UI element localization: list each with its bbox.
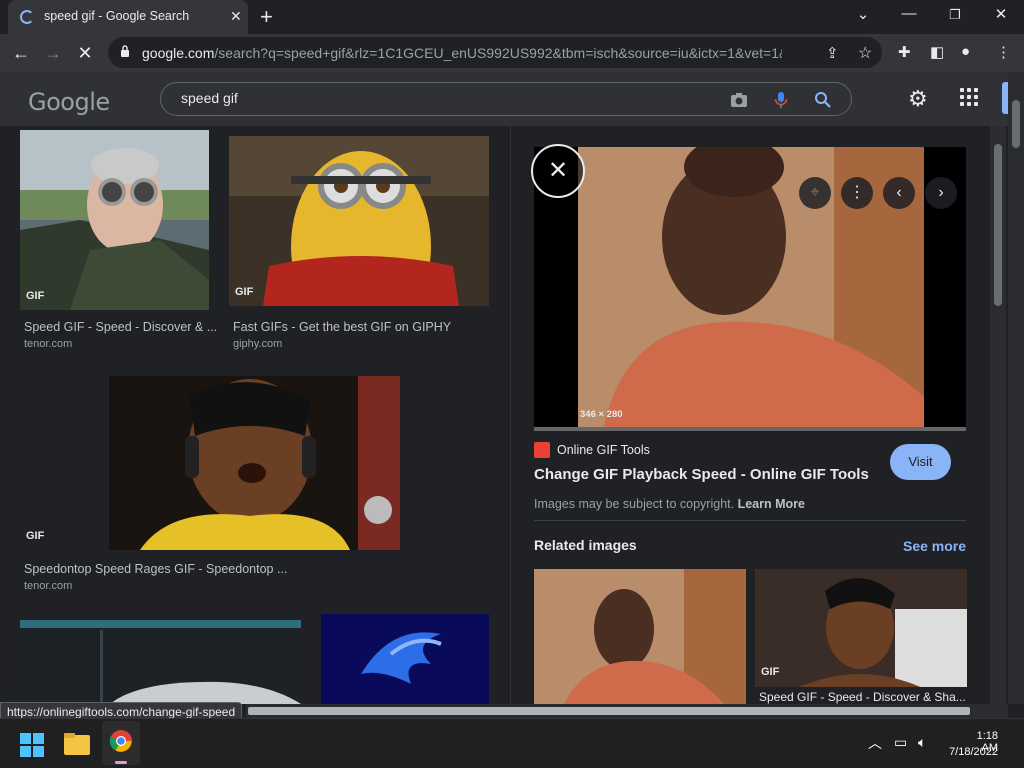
minimize-button[interactable]: — [894,5,924,22]
related-image[interactable] [534,569,746,704]
google-logo[interactable]: Google [28,88,110,116]
side-panel-icon[interactable]: ◧ [930,43,944,61]
related-images-heading: Related images [534,537,637,553]
url-path: /search?q=speed+gif&rlz=1C1GCEU_enUS992U… [214,45,782,61]
result-source: tenor.com [24,580,73,592]
forward-button[interactable]: → [40,40,66,66]
sonic-image [321,614,489,704]
tab-search-icon[interactable]: ⌄ [848,5,878,23]
file-explorer-icon[interactable] [64,733,90,755]
site-favicon-icon [534,442,550,458]
restore-button[interactable]: ❐ [940,7,970,23]
search-icon[interactable] [813,90,833,110]
image-dimensions: 346 × 280 [580,409,623,420]
copyright-text: Images may be subject to copyright. [534,497,735,511]
learn-more-link[interactable]: Learn More [738,497,805,511]
share-icon[interactable]: ⇪ [826,44,839,62]
gif-badge: GIF [26,530,45,542]
url-text[interactable]: google.com/search?q=speed+gif&rlz=1C1GCE… [142,45,782,61]
new-tab-button[interactable]: + [260,4,273,30]
driver-goggles-image [20,130,209,310]
tab-title: speed gif - Google Search [44,9,190,23]
content-scrollbar[interactable] [990,126,1006,704]
title-bar: speed gif - Google Search ✕ + ⌄ — ❐ ✕ [0,0,1024,34]
result-thumbnail[interactable]: GIF [20,130,209,310]
back-button[interactable]: ← [8,40,34,66]
google-header: Google ⚙ [0,72,1024,126]
preview-title[interactable]: Change GIF Playback Speed - Online GIF T… [534,466,869,483]
previous-image-icon[interactable]: ‹ [883,177,915,209]
result-title[interactable]: Speed GIF - Speed - Discover & ... [24,320,217,334]
minion-image [229,136,489,306]
page-scrollbar[interactable] [1008,72,1024,704]
result-thumbnail[interactable] [20,620,301,704]
volume-icon[interactable]: 🔈︎ [918,734,926,751]
stop-loading-button[interactable]: ✕ [72,40,98,66]
close-window-button[interactable]: ✕ [986,5,1016,23]
horizontal-scrollbar[interactable] [246,704,1008,718]
related-image[interactable]: GIF Speed GIF - Speed - Discover & Sha..… [755,569,967,704]
result-source: giphy.com [233,338,283,350]
lock-icon[interactable] [120,45,130,57]
image-results-area: GIF Speed GIF - Speed - Discover & ... t… [0,126,1006,704]
lens-search-icon[interactable]: ⌖ [799,177,831,209]
related-caption[interactable]: Speed GIF - Speed - Discover & Sha... [759,690,966,704]
loading-spinner-icon [20,10,34,24]
browser-menu-icon[interactable]: ⋮ [996,43,1011,61]
extensions-icon[interactable]: ✚ [898,43,911,61]
visit-button[interactable]: Visit [890,444,951,480]
gif-badge: GIF [26,290,45,302]
url-host: google.com [142,45,215,61]
camera-icon[interactable] [729,90,749,110]
gif-badge: GIF [235,286,254,298]
divider [534,520,966,521]
more-options-icon[interactable]: ⋮ [841,177,873,209]
scrollbar-thumb[interactable] [248,707,970,715]
result-thumbnail[interactable]: GIF [20,376,400,550]
speedontop-related-image [755,569,967,704]
search-input[interactable] [181,90,681,106]
active-indicator [115,761,127,764]
chrome-taskbar-button[interactable] [102,721,140,765]
network-icon[interactable]: ▭ [894,734,907,751]
scrollbar-thumb[interactable] [994,144,1002,306]
result-thumbnail[interactable]: GIF [229,136,489,306]
result-thumbnail[interactable] [321,614,489,704]
profile-avatar-icon[interactable]: ● [961,43,970,60]
search-box[interactable] [160,82,852,116]
google-apps-icon[interactable] [960,88,978,106]
see-more-link[interactable]: See more [903,538,966,554]
result-title[interactable]: Speedontop Speed Rages GIF - Speedontop … [24,562,287,576]
scrollbar-thumb[interactable] [1012,100,1020,148]
browser-tab[interactable]: speed gif - Google Search ✕ [8,0,248,34]
image-preview-panel: 346 × 280 ⌖ ⋮ ‹ › ✕ Online GIF Tools Cha… [510,126,990,704]
car-image [20,620,301,704]
copyright-notice: Images may be subject to copyright. Lear… [534,497,805,511]
preview-image[interactable]: 346 × 280 ⌖ ⋮ ‹ › [534,147,966,431]
microphone-icon[interactable] [771,90,791,110]
settings-gear-icon[interactable]: ⚙ [908,86,928,112]
shaq-related-image [534,569,746,704]
browser-toolbar: ← → ✕ google.com/search?q=speed+gif&rlz=… [0,34,1024,72]
clock-date[interactable]: 7/18/2022 [944,746,998,758]
windows-taskbar: ︿ ▭ 🔈︎ 1:18 AM 7/18/2022 [0,718,1024,768]
source-site-name[interactable]: Online GIF Tools [557,443,650,457]
chrome-icon [109,730,132,752]
result-source: tenor.com [24,338,73,350]
close-preview-button[interactable]: ✕ [531,144,585,198]
result-title[interactable]: Fast GIFs - Get the best GIF on GIPHY [233,320,451,334]
show-hidden-icons-icon[interactable]: ︿ [868,733,882,753]
speedontop-image [20,376,400,550]
windows-start-icon[interactable] [20,733,44,757]
bookmark-star-icon[interactable]: ☆ [858,43,872,63]
address-bar[interactable]: google.com/search?q=speed+gif&rlz=1C1GCE… [108,37,882,68]
next-image-icon[interactable]: › [925,177,957,209]
tab-close-icon[interactable]: ✕ [230,8,242,25]
gif-badge: GIF [761,666,780,678]
